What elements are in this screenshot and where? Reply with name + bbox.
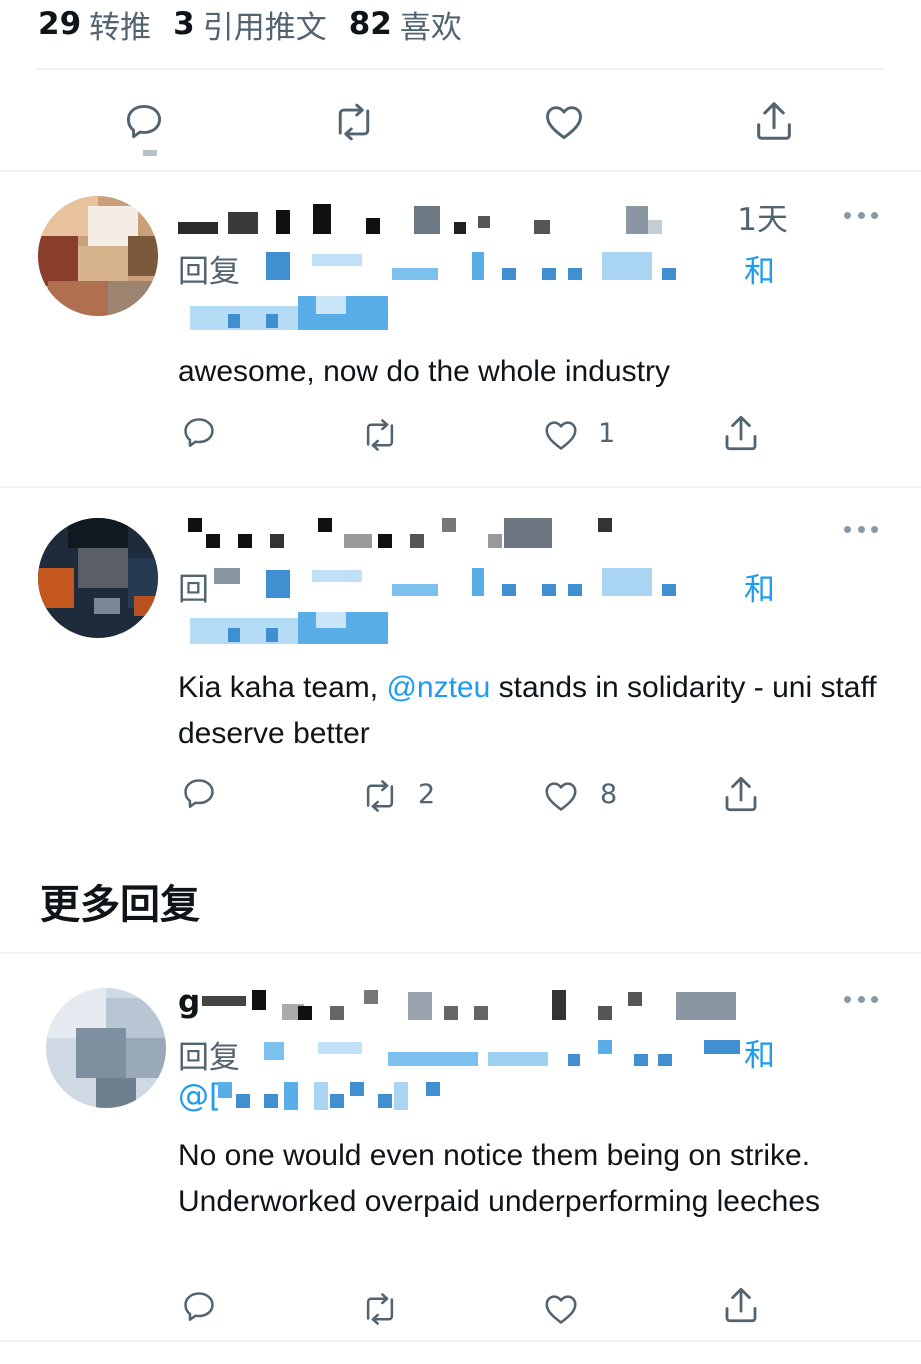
share-icon[interactable] (720, 412, 762, 454)
likes-label[interactable]: 喜欢 (400, 2, 462, 47)
reply-tweet[interactable]: 回 和 Kia kaha team, @nzteu stands in soli… (0, 488, 921, 848)
reply-divider (0, 1340, 921, 1342)
like-count: 8 (600, 779, 618, 810)
reply-and: 和 (744, 254, 775, 290)
more-options-icon[interactable] (844, 524, 878, 534)
reply-icon[interactable] (180, 414, 218, 452)
quotes-count[interactable]: 3 (173, 6, 195, 42)
retweets-count[interactable]: 29 (38, 6, 81, 42)
tweet-text: No one would even notice them being on s… (178, 1139, 821, 1218)
reply-icon[interactable] (180, 775, 218, 813)
reply-handles-pixelated[interactable] (190, 250, 742, 350)
reply-and: 和 (744, 1038, 775, 1074)
reply-icon[interactable] (122, 100, 166, 144)
share-icon[interactable] (720, 1284, 762, 1326)
mention-pixelated[interactable] (218, 1082, 458, 1112)
reply-and: 和 (744, 572, 775, 608)
likes-count[interactable]: 82 (349, 6, 392, 42)
timestamp[interactable]: 1天 (700, 194, 788, 239)
reply-prefix: 回复 (178, 1040, 240, 1076)
pixelated-mark (143, 150, 157, 156)
username-pixelated[interactable] (178, 202, 688, 238)
reply-prefix: 回复 (178, 254, 240, 290)
avatar[interactable] (38, 518, 158, 638)
quotes-label[interactable]: 引用推文 (203, 2, 327, 47)
retweet-icon[interactable] (330, 100, 378, 144)
share-icon[interactable] (750, 98, 798, 144)
more-replies-heading: 更多回复 (40, 882, 200, 928)
pixelated-mark (214, 568, 240, 584)
reply-icon[interactable] (180, 1288, 218, 1326)
share-icon[interactable] (720, 773, 762, 815)
mention-link[interactable]: @nzteu (386, 671, 490, 704)
avatar[interactable] (38, 196, 158, 316)
username-pixelated[interactable] (198, 990, 758, 1026)
retweet-icon[interactable] (358, 777, 402, 815)
stats-divider (36, 68, 884, 70)
like-icon[interactable] (541, 777, 581, 815)
username-pixelated[interactable] (188, 518, 628, 554)
retweet-icon[interactable] (358, 416, 402, 454)
username-initial[interactable]: g (178, 984, 200, 1020)
more-options-icon[interactable] (844, 994, 878, 1004)
tweet-text: awesome, now do the whole industry (178, 355, 670, 388)
tweet-stats: 29 转推 3 引用推文 82 喜欢 (38, 2, 484, 47)
main-action-bar (0, 80, 921, 170)
avatar[interactable] (46, 988, 166, 1108)
tweet-text-part: Kia kaha team, (178, 671, 387, 704)
more-options-icon[interactable] (844, 210, 878, 220)
reply-tweet[interactable]: 1天 回复 和 awesome, now do the whole indust… (0, 172, 921, 486)
like-icon[interactable] (541, 1290, 581, 1328)
like-icon[interactable] (541, 100, 587, 144)
reply-handles-pixelated[interactable] (190, 566, 742, 666)
reply-tweet[interactable]: g 回复 和 @[No one would even notice them … (0, 954, 921, 1340)
retweet-count: 2 (418, 779, 436, 810)
tweet-text: Kia kaha team, @nzteu stands in solidari… (178, 665, 898, 757)
like-icon[interactable] (541, 416, 581, 454)
retweets-label[interactable]: 转推 (89, 2, 151, 47)
reply-handles-pixelated[interactable] (258, 1038, 740, 1068)
retweet-icon[interactable] (358, 1290, 402, 1328)
mention-handle[interactable]: @[ (178, 1078, 221, 1114)
reply-prefix: 回 (178, 572, 209, 608)
like-count: 1 (598, 418, 616, 449)
